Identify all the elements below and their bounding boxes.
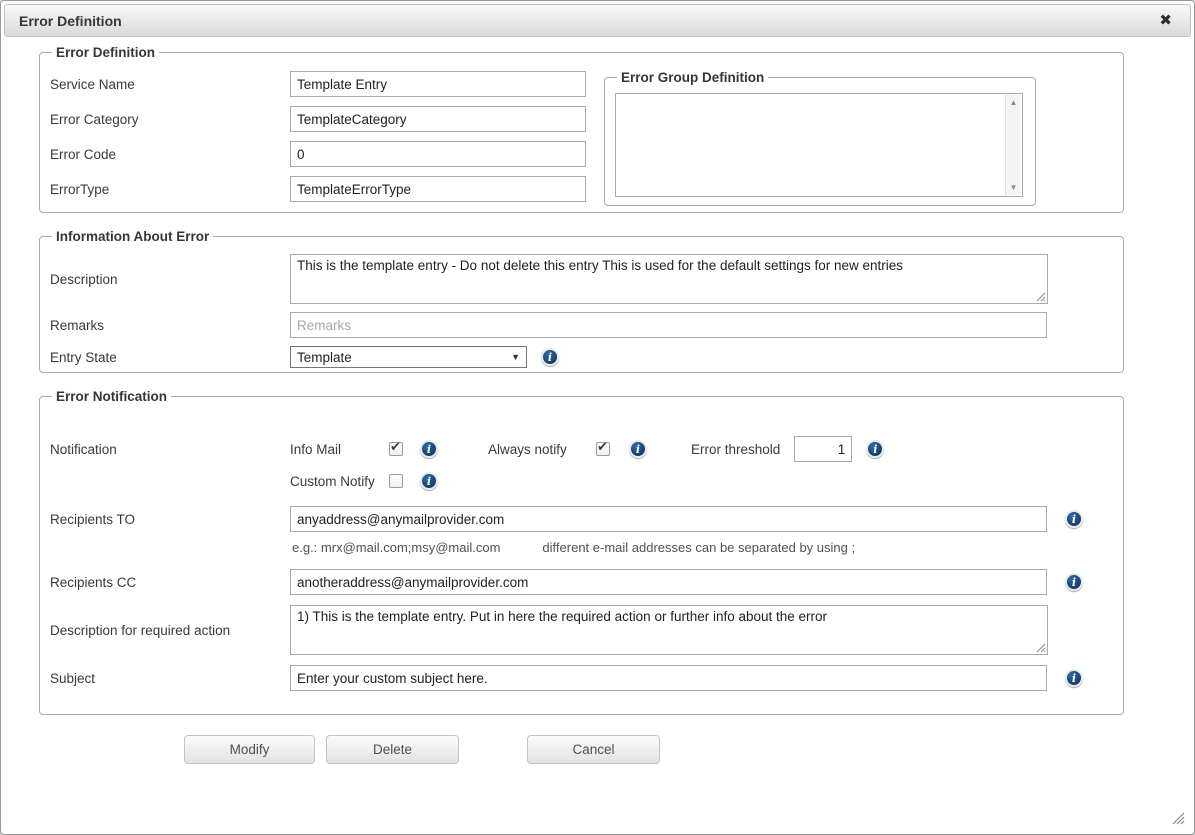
chevron-down-icon: ▼ [511, 352, 520, 362]
recipients-cc-label: Recipients CC [50, 575, 290, 590]
service-name-input[interactable] [290, 71, 586, 97]
info-mail-info-icon[interactable]: i [420, 440, 438, 458]
notification-label: Notification [50, 442, 290, 457]
subject-label: Subject [50, 671, 290, 686]
section-error-notification-legend: Error Notification [52, 389, 171, 404]
recipients-to-hint-example: e.g.: mrx@mail.com;msy@mail.com [292, 540, 500, 555]
error-threshold-input[interactable] [794, 436, 852, 462]
checkmark-icon: ✔ [597, 440, 608, 453]
subject-info-icon[interactable]: i [1065, 669, 1083, 687]
error-category-input[interactable] [290, 106, 586, 132]
custom-notify-label: Custom Notify [290, 474, 389, 489]
error-category-label: Error Category [50, 112, 290, 127]
remarks-row: Remarks [50, 312, 1113, 338]
cancel-button[interactable]: Cancel [527, 735, 660, 764]
required-action-label: Description for required action [50, 623, 290, 638]
error-code-label: Error Code [50, 147, 290, 162]
description-textarea[interactable]: This is the template entry - Do not dele… [290, 254, 1048, 304]
error-definition-dialog: Error Definition ✖ Error Definition Serv… [0, 0, 1195, 835]
error-group-listbox[interactable]: ▲ ▼ [615, 93, 1023, 197]
recipients-cc-info-icon[interactable]: i [1065, 573, 1083, 591]
button-row: Modify Delete Cancel [184, 735, 1191, 764]
error-type-label: ErrorType [50, 182, 290, 197]
section-error-group-definition-legend: Error Group Definition [617, 70, 768, 85]
always-notify-info-icon[interactable]: i [629, 440, 647, 458]
section-information-about-error: Information About Error Description This… [39, 229, 1124, 373]
resize-grip-icon[interactable] [1036, 292, 1046, 302]
subject-row: Subject i [50, 665, 1113, 691]
error-threshold-label: Error threshold [691, 442, 780, 457]
entry-state-select[interactable]: Template ▼ [290, 346, 527, 368]
checkmark-icon: ✔ [390, 440, 401, 453]
description-label: Description [50, 272, 290, 287]
modify-button[interactable]: Modify [184, 735, 315, 764]
listbox-scrollbar[interactable]: ▲ ▼ [1005, 95, 1021, 195]
recipients-to-hint-text: different e-mail addresses can be separa… [542, 540, 855, 555]
error-code-input[interactable] [290, 141, 586, 167]
subject-input[interactable] [290, 665, 1047, 691]
recipients-to-label: Recipients TO [50, 512, 290, 527]
close-icon[interactable]: ✖ [1155, 11, 1176, 30]
info-mail-checkbox[interactable]: ✔ [389, 442, 403, 456]
service-name-label: Service Name [50, 77, 290, 92]
delete-button[interactable]: Delete [326, 735, 459, 764]
entry-state-info-icon[interactable]: i [541, 348, 559, 366]
required-action-textarea[interactable]: 1) This is the template entry. Put in he… [290, 605, 1048, 655]
dialog-title: Error Definition [19, 13, 122, 29]
custom-notify-info-icon[interactable]: i [420, 472, 438, 490]
recipients-to-info-icon[interactable]: i [1065, 510, 1083, 528]
dialog-titlebar[interactable]: Error Definition ✖ [4, 4, 1191, 37]
error-type-input[interactable] [290, 176, 586, 202]
info-mail-label: Info Mail [290, 442, 389, 457]
resize-grip-icon[interactable] [1036, 643, 1046, 653]
always-notify-label: Always notify [488, 442, 596, 457]
custom-notify-checkbox[interactable] [389, 474, 403, 488]
section-error-notification: Error Notification Notification Info Mai… [39, 389, 1124, 715]
remarks-input[interactable] [290, 312, 1047, 338]
entry-state-selected-value: Template [297, 350, 511, 365]
remarks-label: Remarks [50, 318, 290, 333]
dialog-resize-grip-icon[interactable] [1171, 811, 1185, 825]
section-error-definition-legend: Error Definition [52, 45, 159, 60]
scroll-up-icon[interactable]: ▲ [1006, 95, 1021, 110]
section-error-group-definition: Error Group Definition ▲ ▼ [604, 70, 1036, 206]
recipients-to-hint: e.g.: mrx@mail.com;msy@mail.com different… [292, 540, 1113, 555]
recipients-to-input[interactable] [290, 506, 1047, 532]
error-threshold-info-icon[interactable]: i [866, 440, 884, 458]
scroll-down-icon[interactable]: ▼ [1006, 180, 1021, 195]
recipients-to-row: Recipients TO i [50, 506, 1113, 532]
section-error-definition: Error Definition Service Name Error Cate… [39, 45, 1124, 213]
section-information-about-error-legend: Information About Error [52, 229, 213, 244]
recipients-cc-row: Recipients CC i [50, 569, 1113, 595]
description-row: Description This is the template entry -… [50, 254, 1113, 304]
notification-row: Notification Info Mail ✔ i Always notify… [50, 436, 1113, 462]
entry-state-label: Entry State [50, 350, 290, 365]
entry-state-row: Entry State Template ▼ i [50, 346, 1113, 368]
custom-notify-row: Custom Notify i [50, 472, 1113, 490]
required-action-row: Description for required action 1) This … [50, 605, 1113, 655]
dialog-content: Error Definition Service Name Error Cate… [4, 37, 1191, 764]
always-notify-checkbox[interactable]: ✔ [596, 442, 610, 456]
recipients-cc-input[interactable] [290, 569, 1047, 595]
